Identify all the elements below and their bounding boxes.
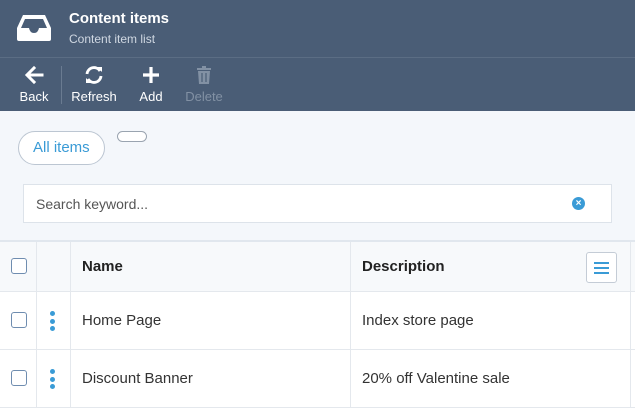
- toolbar-divider: [61, 66, 62, 104]
- row-name[interactable]: Home Page: [82, 312, 161, 329]
- inbox-tray-icon: [17, 15, 51, 41]
- back-label: Back: [19, 89, 49, 104]
- column-divider: [630, 242, 631, 407]
- column-divider: [70, 242, 71, 407]
- page-title: Content items: [69, 10, 170, 27]
- table-row[interactable]: Discount Banner 20% off Valentine sale: [0, 350, 635, 408]
- table-row[interactable]: Home Page Index store page: [0, 292, 635, 350]
- back-button[interactable]: Back: [17, 58, 51, 112]
- column-divider: [36, 242, 37, 407]
- column-menu-button[interactable]: [586, 252, 617, 283]
- add-button[interactable]: Add: [138, 58, 164, 112]
- hamburger-icon: [594, 261, 609, 264]
- refresh-label: Refresh: [71, 89, 117, 104]
- search-input[interactable]: [24, 185, 564, 222]
- column-header-description[interactable]: Description: [362, 258, 445, 275]
- page-subtitle: Content item list: [69, 32, 156, 46]
- column-divider: [350, 242, 351, 407]
- search-box: ×: [23, 184, 612, 223]
- row-description: Index store page: [362, 312, 474, 329]
- table-header-row: Name Description: [0, 242, 635, 292]
- clear-search-icon[interactable]: ×: [572, 197, 585, 210]
- plus-icon: [143, 67, 159, 83]
- refresh-icon: [85, 66, 103, 84]
- filter-all-items[interactable]: All items: [18, 131, 105, 165]
- kebab-menu-icon[interactable]: [50, 369, 56, 389]
- refresh-button[interactable]: Refresh: [71, 58, 117, 112]
- add-label: Add: [139, 89, 163, 104]
- kebab-menu-icon[interactable]: [50, 311, 56, 331]
- row-name[interactable]: Discount Banner: [82, 370, 193, 387]
- app-header: Content items Content item list: [0, 0, 635, 57]
- row-checkbox[interactable]: [11, 312, 27, 328]
- arrow-left-icon: [24, 65, 44, 85]
- delete-button[interactable]: Delete: [184, 58, 224, 112]
- trash-icon: [197, 66, 211, 84]
- delete-label: Delete: [185, 89, 223, 104]
- toolbar: Back Refresh Add Delete: [0, 57, 635, 111]
- select-all-checkbox[interactable]: [11, 258, 27, 274]
- content-items-table: Name Description Home Page Index store p…: [0, 240, 635, 408]
- filter-empty-tab[interactable]: [117, 131, 147, 142]
- column-header-name[interactable]: Name: [82, 258, 123, 275]
- row-checkbox[interactable]: [11, 370, 27, 386]
- row-description: 20% off Valentine sale: [362, 370, 510, 387]
